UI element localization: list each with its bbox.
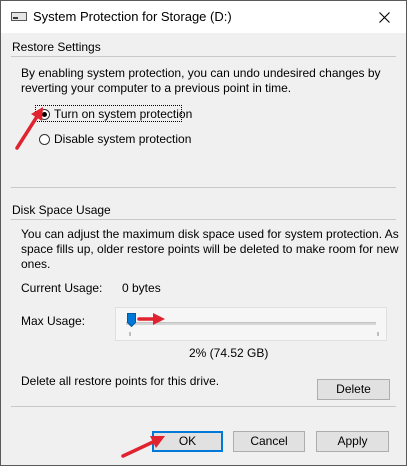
- annotation-arrow-ok: [121, 436, 165, 458]
- max-usage-readout: 2% (74.52 GB): [189, 346, 269, 360]
- disk-space-description: You can adjust the maximum disk space us…: [21, 227, 399, 272]
- window-title: System Protection for Storage (D:): [33, 9, 232, 24]
- restore-description-line: reverting your computer to a previous po…: [21, 81, 292, 95]
- restore-description-line: By enabling system protection, you can u…: [21, 66, 381, 80]
- dialog-window: System Protection for Storage (D:) Resto…: [0, 0, 407, 466]
- slider-ticks: [129, 332, 379, 336]
- annotation-arrow-radio: [15, 107, 43, 150]
- cancel-button[interactable]: Cancel: [233, 431, 305, 452]
- title-bar[interactable]: System Protection for Storage (D:): [1, 1, 406, 33]
- disk-description-line: You can adjust the maximum disk space us…: [21, 227, 399, 241]
- current-usage-value: 0 bytes: [122, 281, 161, 295]
- slider-thumb[interactable]: [127, 313, 136, 327]
- delete-description: Delete all restore points for this drive…: [21, 374, 220, 388]
- focus-rectangle: [35, 105, 182, 122]
- max-usage-label: Max Usage:: [21, 314, 86, 328]
- apply-button[interactable]: Apply: [316, 431, 389, 452]
- drive-icon: [11, 12, 27, 21]
- restore-settings-description: By enabling system protection, you can u…: [21, 66, 381, 96]
- radio-label[interactable]: Disable system protection: [54, 132, 191, 146]
- delete-button[interactable]: Delete: [317, 379, 390, 400]
- radio-disable-protection[interactable]: Disable system protection: [39, 132, 191, 146]
- restore-settings-title: Restore Settings: [12, 40, 101, 54]
- disk-description-line: space fills up, older restore points wil…: [21, 242, 399, 256]
- disk-space-title: Disk Space Usage: [12, 203, 111, 217]
- disk-description-line: ones.: [21, 257, 51, 271]
- annotation-arrow-slider: [137, 313, 165, 325]
- current-usage-label: Current Usage:: [21, 281, 103, 295]
- close-button[interactable]: [362, 1, 406, 33]
- close-icon: [378, 11, 390, 23]
